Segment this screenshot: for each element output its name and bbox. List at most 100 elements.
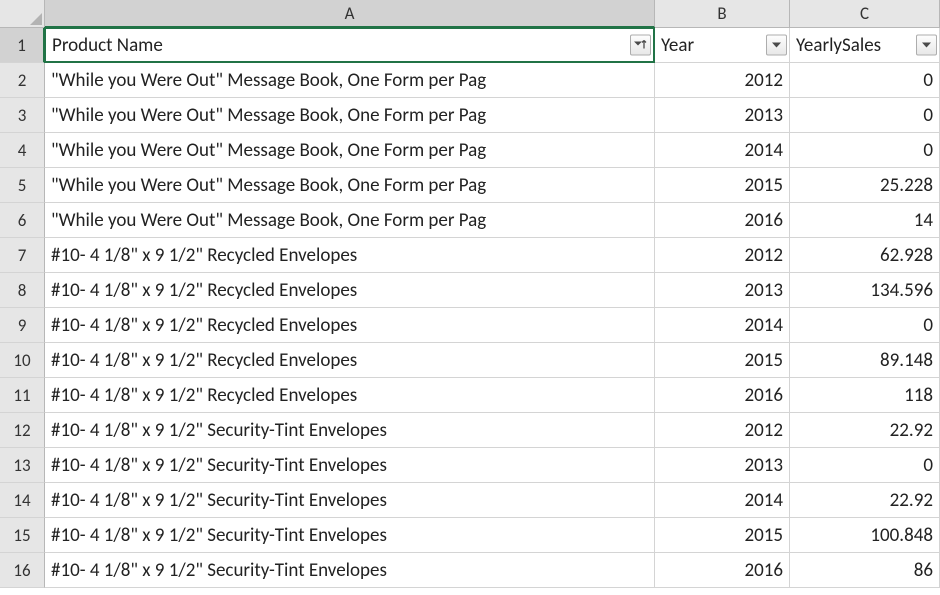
row-header[interactable]: 16 xyxy=(0,553,45,588)
cell[interactable]: 2012 xyxy=(655,238,790,273)
row-header[interactable]: 6 xyxy=(0,203,45,238)
cell-value: 2014 xyxy=(744,314,783,337)
cell-value: 100.848 xyxy=(870,524,933,547)
row-header[interactable]: 9 xyxy=(0,308,45,343)
row-number-label: 9 xyxy=(18,315,27,336)
cell[interactable]: 14 xyxy=(790,203,940,238)
cell-value: 2013 xyxy=(744,454,783,477)
row-header[interactable]: 4 xyxy=(0,133,45,168)
cell-value: 25.228 xyxy=(880,174,933,197)
cell[interactable]: 0 xyxy=(790,63,940,98)
cell[interactable]: 2015 xyxy=(655,343,790,378)
filter-dropdown-icon xyxy=(921,40,932,51)
column-header-c[interactable]: C xyxy=(790,0,940,28)
column-header-b[interactable]: B xyxy=(655,0,790,28)
cell[interactable]: "While you Were Out" Message Book, One F… xyxy=(45,168,655,203)
cell-b1[interactable]: Year xyxy=(655,28,790,63)
cell[interactable]: 0 xyxy=(790,98,940,133)
cell[interactable]: "While you Were Out" Message Book, One F… xyxy=(45,133,655,168)
cell[interactable]: 2015 xyxy=(655,168,790,203)
cell[interactable]: 2015 xyxy=(655,518,790,553)
cell[interactable]: #10- 4 1/8" x 9 1/2" Security-Tint Envel… xyxy=(45,553,655,588)
cell[interactable]: #10- 4 1/8" x 9 1/2" Security-Tint Envel… xyxy=(45,448,655,483)
cell[interactable]: 118 xyxy=(790,378,940,413)
cell-a1[interactable]: Product Name xyxy=(44,27,655,63)
cell-value: 0 xyxy=(923,314,933,337)
cell[interactable]: 2014 xyxy=(655,308,790,343)
cell[interactable]: #10- 4 1/8" x 9 1/2" Security-Tint Envel… xyxy=(45,483,655,518)
cell-value: "While you Were Out" Message Book, One F… xyxy=(51,69,486,92)
filter-button-year[interactable] xyxy=(766,35,787,56)
cell[interactable]: 22.92 xyxy=(790,413,940,448)
cell-value: 14 xyxy=(914,209,933,232)
cell-value: 89.148 xyxy=(880,349,933,372)
row-header-1[interactable]: 1 xyxy=(0,28,45,63)
cell[interactable]: 2016 xyxy=(655,378,790,413)
row-number-label: 12 xyxy=(13,420,30,441)
cell[interactable]: 22.92 xyxy=(790,483,940,518)
cell[interactable]: #10- 4 1/8" x 9 1/2" Security-Tint Envel… xyxy=(45,413,655,448)
cell[interactable]: 0 xyxy=(790,133,940,168)
cell-value: 2014 xyxy=(744,489,783,512)
row-header[interactable]: 15 xyxy=(0,518,45,553)
cell[interactable]: 2016 xyxy=(655,553,790,588)
cell-value: 0 xyxy=(923,139,933,162)
cell-value: 22.92 xyxy=(890,489,933,512)
row-header[interactable]: 7 xyxy=(0,238,45,273)
cell[interactable]: 86 xyxy=(790,553,940,588)
cell[interactable]: 100.848 xyxy=(790,518,940,553)
filter-button-yearly-sales[interactable] xyxy=(916,35,937,56)
cell[interactable]: 0 xyxy=(790,308,940,343)
row-header[interactable]: 12 xyxy=(0,413,45,448)
sort-asc-filter-icon xyxy=(633,39,648,52)
cell[interactable]: 2012 xyxy=(655,63,790,98)
row-header[interactable]: 3 xyxy=(0,98,45,133)
cell-value: 134.596 xyxy=(870,279,933,302)
cell[interactable]: 2013 xyxy=(655,98,790,133)
cell-value: 2015 xyxy=(744,349,783,372)
cell[interactable]: #10- 4 1/8" x 9 1/2" Security-Tint Envel… xyxy=(45,518,655,553)
cell-value: 0 xyxy=(923,104,933,127)
row-header[interactable]: 2 xyxy=(0,63,45,98)
cell[interactable]: 134.596 xyxy=(790,273,940,308)
cell[interactable]: #10- 4 1/8" x 9 1/2" Recycled Envelopes xyxy=(45,238,655,273)
cell-value: "While you Were Out" Message Book, One F… xyxy=(51,174,486,197)
cell[interactable]: "While you Were Out" Message Book, One F… xyxy=(45,203,655,238)
cell[interactable]: #10- 4 1/8" x 9 1/2" Recycled Envelopes xyxy=(45,343,655,378)
cell[interactable]: #10- 4 1/8" x 9 1/2" Recycled Envelopes xyxy=(45,378,655,413)
cell-value: "While you Were Out" Message Book, One F… xyxy=(51,209,486,232)
column-header-label: A xyxy=(345,3,355,24)
column-header-a[interactable]: A xyxy=(45,0,655,28)
cell[interactable]: "While you Were Out" Message Book, One F… xyxy=(45,63,655,98)
cell[interactable]: 2014 xyxy=(655,483,790,518)
row-number-label: 13 xyxy=(13,455,30,476)
cell[interactable]: 2012 xyxy=(655,413,790,448)
row-header[interactable]: 14 xyxy=(0,483,45,518)
row-number-label: 1 xyxy=(17,35,26,56)
cell[interactable]: 2016 xyxy=(655,203,790,238)
row-number-label: 4 xyxy=(18,140,27,161)
row-number-label: 5 xyxy=(18,175,27,196)
cell-c1[interactable]: YearlySales xyxy=(790,28,940,63)
filter-button-product-name[interactable] xyxy=(630,35,651,56)
cell[interactable]: 2013 xyxy=(655,448,790,483)
cell[interactable]: 2013 xyxy=(655,273,790,308)
cell[interactable]: #10- 4 1/8" x 9 1/2" Recycled Envelopes xyxy=(45,308,655,343)
select-all-corner[interactable] xyxy=(0,0,45,28)
row-header[interactable]: 11 xyxy=(0,378,45,413)
cell[interactable]: 25.228 xyxy=(790,168,940,203)
cell[interactable]: 62.928 xyxy=(790,238,940,273)
row-header[interactable]: 10 xyxy=(0,343,45,378)
cell-value: "While you Were Out" Message Book, One F… xyxy=(51,104,486,127)
cell-value: YearlySales xyxy=(796,34,881,57)
cell[interactable]: 89.148 xyxy=(790,343,940,378)
row-header[interactable]: 5 xyxy=(0,168,45,203)
cell-value: #10- 4 1/8" x 9 1/2" Recycled Envelopes xyxy=(51,349,357,372)
cell[interactable]: 0 xyxy=(790,448,940,483)
row-number-label: 11 xyxy=(13,385,30,406)
cell[interactable]: #10- 4 1/8" x 9 1/2" Recycled Envelopes xyxy=(45,273,655,308)
cell[interactable]: "While you Were Out" Message Book, One F… xyxy=(45,98,655,133)
row-header[interactable]: 8 xyxy=(0,273,45,308)
cell[interactable]: 2014 xyxy=(655,133,790,168)
row-header[interactable]: 13 xyxy=(0,448,45,483)
